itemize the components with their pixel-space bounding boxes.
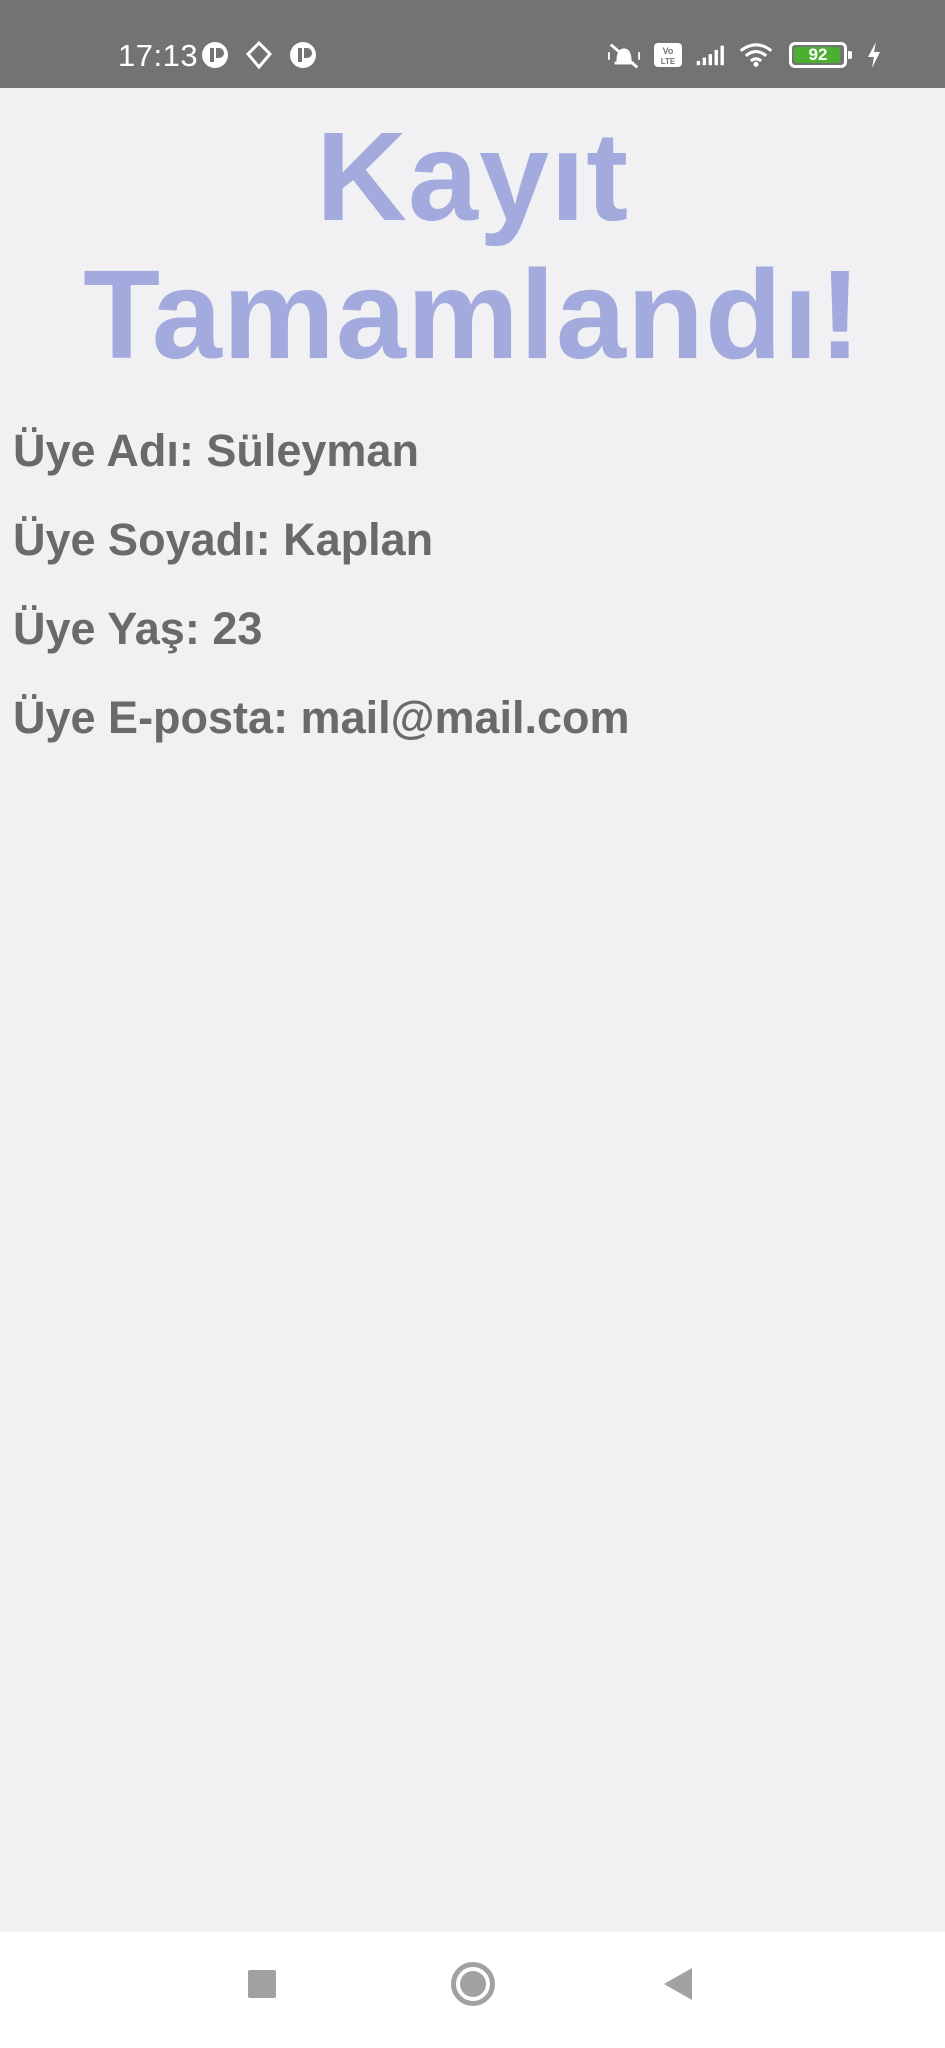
vibrate-silent-icon — [607, 38, 641, 72]
back-button[interactable] — [648, 1954, 708, 2014]
home-icon — [451, 1962, 495, 2006]
battery-icon: 92 — [789, 42, 852, 68]
recents-icon — [248, 1970, 276, 1998]
back-icon — [664, 1968, 692, 2000]
signal-icon — [695, 38, 729, 72]
charging-icon — [857, 38, 891, 72]
member-name: Üye Adı: Süleyman — [13, 425, 419, 476]
member-surname: Üye Soyadı: Kaplan — [13, 514, 434, 565]
volte-icon: Vo LTE — [651, 38, 685, 72]
navigation-bar — [0, 1932, 945, 2048]
main-content: Kayıt Tamamlandı! Üye Adı: Süleyman Üye … — [0, 88, 945, 1932]
svg-text:Vo: Vo — [663, 46, 674, 56]
battery-cap — [848, 51, 852, 59]
status-right-icons: Vo LTE 92 — [607, 38, 891, 72]
page-title: Kayıt Tamamlandı! — [83, 106, 862, 385]
status-left-icons — [198, 38, 320, 72]
recents-button[interactable] — [232, 1954, 292, 2014]
location-off-icon — [242, 38, 276, 72]
status-time: 17:13 — [118, 38, 199, 73]
wifi-icon — [739, 38, 773, 72]
home-button[interactable] — [443, 1954, 503, 2014]
battery-level: 92 — [808, 45, 828, 64]
status-bar: 17:13 Vo LTE 92 — [0, 0, 945, 88]
svg-text:LTE: LTE — [661, 57, 676, 66]
notification-app-icon — [198, 38, 232, 72]
member-age: Üye Yaş: 23 — [13, 603, 263, 654]
notification-app-icon — [286, 38, 320, 72]
member-info-list: Üye Adı: Süleyman Üye Soyadı: Kaplan Üye… — [0, 406, 945, 762]
member-email: Üye E-posta: mail@mail.com — [13, 692, 630, 743]
